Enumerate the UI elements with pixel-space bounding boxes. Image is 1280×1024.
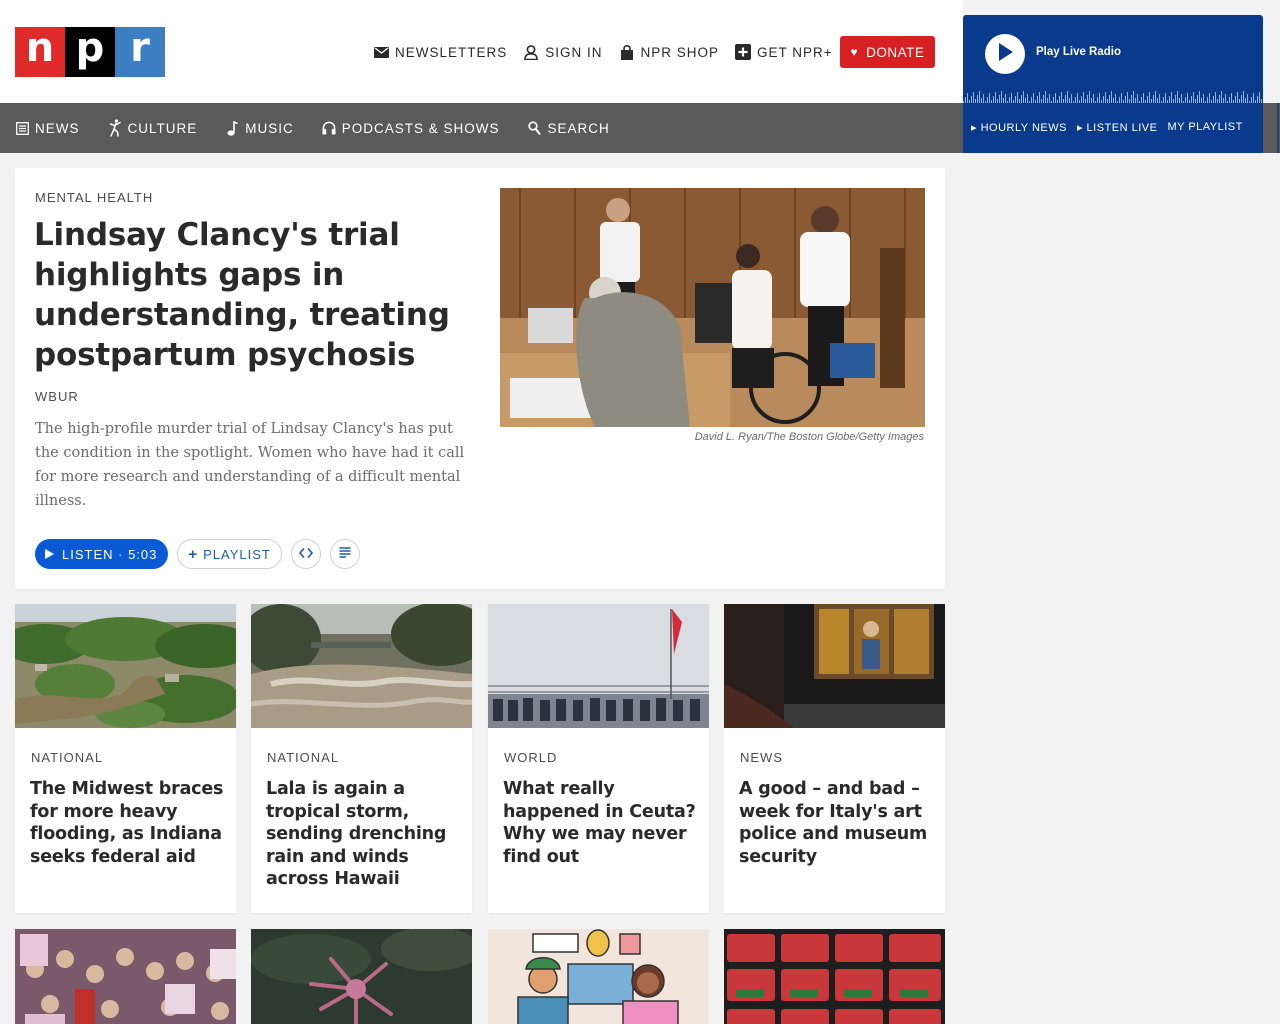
embed-button[interactable]: [290, 539, 321, 569]
user-icon: [523, 44, 539, 60]
listen-live-link[interactable]: ▸ LISTEN LIVE: [1077, 121, 1158, 134]
plus-square-icon: [735, 44, 752, 60]
story-image[interactable]: [488, 604, 709, 728]
story-card[interactable]: NATIONAL The Midwest braces for more hea…: [15, 604, 236, 913]
shopping-bag-icon: [619, 44, 635, 60]
featured-title[interactable]: Lindsay Clancy's trial highlights gaps i…: [34, 215, 474, 375]
river-flood-photo: [251, 604, 472, 728]
story-card[interactable]: [15, 929, 236, 1024]
story-card[interactable]: [251, 929, 472, 1024]
play-live-radio-label: Play Live Radio: [1036, 46, 1122, 58]
sea-star-photo: [251, 929, 472, 1024]
story-slug[interactable]: NATIONAL: [31, 750, 103, 765]
sign-in-label: SIGN IN: [545, 44, 603, 60]
story-title[interactable]: Lala is again a tropical storm, sending …: [266, 778, 462, 891]
story-card[interactable]: NATIONAL Lala is again a tropical storm,…: [251, 604, 472, 913]
npr-shop-label: NPR SHOP: [640, 44, 720, 60]
story-title[interactable]: A good – and bad – week for Italy's art …: [739, 778, 935, 868]
hourly-news-link[interactable]: ▸ HOURLY NEWS: [971, 121, 1067, 134]
main-nav: NEWS CULTURE MUSIC PODCASTS & SHOWS SEAR…: [15, 103, 638, 153]
music-note-icon: [225, 120, 239, 136]
npr-shop-link[interactable]: NPR SHOP: [619, 44, 720, 60]
headphones-icon: [322, 120, 336, 136]
nav-news-label: NEWS: [35, 120, 80, 136]
scroll-gutter: [1263, 103, 1280, 153]
nav-podcasts-shows[interactable]: PODCASTS & SHOWS: [322, 120, 500, 136]
featured-teaser[interactable]: The high-profile murder trial of Lindsay…: [35, 417, 465, 513]
story-card[interactable]: NEWS A good – and bad – week for Italy's…: [724, 604, 945, 913]
dancer-icon: [108, 119, 122, 137]
story-image[interactable]: [251, 604, 472, 728]
story-image[interactable]: [488, 929, 709, 1024]
live-radio-player: Play Live Radio ▸ HOURLY NEWS ▸ LISTEN L…: [963, 15, 1263, 153]
featured-photo[interactable]: [500, 188, 925, 427]
donate-label: DONATE: [866, 44, 925, 60]
listen-button[interactable]: LISTEN · 5:03: [35, 539, 169, 569]
playlist-label: PLAYLIST: [203, 546, 271, 562]
nav-music[interactable]: MUSIC: [225, 120, 294, 136]
play-live-radio-button[interactable]: [985, 34, 1025, 74]
nav-search-label: SEARCH: [547, 120, 610, 136]
laptop-artwork-photo: [724, 604, 945, 728]
featured-audio-actions: LISTEN · 5:03 + PLAYLIST: [35, 539, 360, 569]
add-to-playlist-button[interactable]: + PLAYLIST: [177, 539, 282, 569]
flood-aerial-photo: [15, 604, 236, 728]
logo-letter-n: n: [15, 27, 65, 77]
logo-letter-p: p: [65, 27, 115, 77]
story-slug[interactable]: WORLD: [504, 750, 557, 765]
donate-button[interactable]: ♥ DONATE: [840, 36, 935, 68]
story-card[interactable]: WORLD What really happened in Ceuta? Why…: [488, 604, 709, 913]
nav-culture-label: CULTURE: [127, 120, 198, 136]
featured-affiliation[interactable]: WBUR: [35, 389, 79, 404]
ground-beef-packages-photo: [724, 929, 945, 1024]
utility-nav: NEWSLETTERS SIGN IN NPR SHOP GET NPR+: [373, 42, 849, 62]
envelope-icon: [373, 44, 389, 60]
newsletters-label: NEWSLETTERS: [395, 44, 508, 60]
plus-icon: +: [188, 545, 199, 563]
story-image[interactable]: [15, 604, 236, 728]
play-icon: [45, 549, 54, 559]
logo-letter-r: r: [115, 27, 165, 77]
player-links: ▸ HOURLY NEWS ▸ LISTEN LIVE MY PLAYLIST: [971, 121, 1253, 134]
audio-waveform-decoration: [963, 91, 1262, 103]
podcast-illustration: [488, 929, 709, 1024]
listen-label: LISTEN · 5:03: [62, 546, 158, 562]
story-image[interactable]: [724, 604, 945, 728]
nav-search[interactable]: SEARCH: [528, 120, 610, 136]
heart-icon: ♥: [850, 45, 859, 59]
nav-news[interactable]: NEWS: [15, 120, 80, 136]
courtroom-photo: [500, 188, 925, 427]
transcript-lines-icon: [339, 545, 351, 563]
story-card[interactable]: [724, 929, 945, 1024]
npr-logo[interactable]: n p r: [15, 27, 165, 77]
my-playlist-link[interactable]: MY PLAYLIST: [1167, 121, 1242, 134]
featured-photo-credit: David L. Ryan/The Boston Globe/Getty Ima…: [694, 431, 924, 443]
story-title[interactable]: What really happened in Ceuta? Why we ma…: [503, 778, 699, 868]
code-embed-icon: [299, 545, 313, 563]
nav-podcasts-shows-label: PODCASTS & SHOWS: [341, 120, 500, 136]
crowd-protest-photo: [15, 929, 236, 1024]
transcript-button[interactable]: [329, 539, 360, 569]
nav-music-label: MUSIC: [245, 120, 294, 136]
featured-story: MENTAL HEALTH Lindsay Clancy's trial hig…: [15, 168, 945, 589]
newspaper-icon: [15, 120, 29, 136]
story-image[interactable]: [251, 929, 472, 1024]
story-card[interactable]: [488, 929, 709, 1024]
featured-slug[interactable]: MENTAL HEALTH: [35, 190, 153, 205]
search-icon: [528, 120, 542, 136]
newsletters-link[interactable]: NEWSLETTERS: [373, 44, 507, 60]
get-npr-plus-link[interactable]: GET NPR+: [735, 44, 833, 60]
story-image[interactable]: [15, 929, 236, 1024]
sign-in-link[interactable]: SIGN IN: [523, 44, 602, 60]
play-icon: [996, 42, 1014, 67]
get-npr-plus-label: GET NPR+: [757, 44, 833, 60]
story-slug[interactable]: NEWS: [740, 750, 783, 765]
story-slug[interactable]: NATIONAL: [267, 750, 339, 765]
nav-culture[interactable]: CULTURE: [108, 119, 198, 137]
story-image[interactable]: [724, 929, 945, 1024]
story-title[interactable]: The Midwest braces for more heavy floodi…: [30, 778, 226, 868]
site-header: n p r NEWSLETTERS SIGN IN NPR SHOP GET N…: [0, 0, 963, 103]
border-fence-photo: [488, 604, 709, 728]
